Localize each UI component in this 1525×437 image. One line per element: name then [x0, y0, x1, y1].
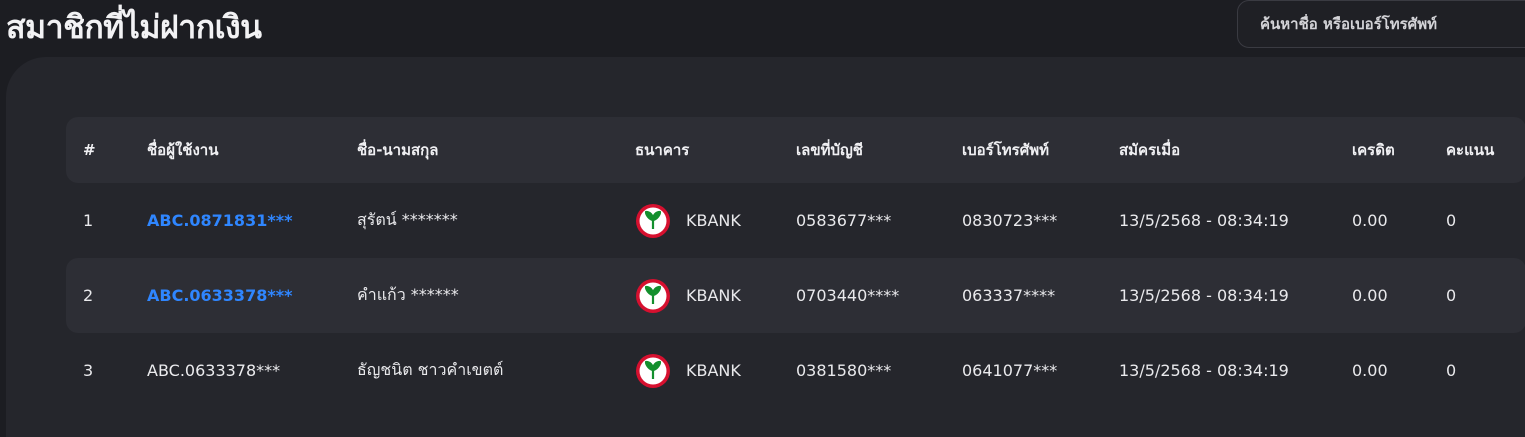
table-row[interactable]: 3 ABC.0633378*** ธัญชนิต ชาวคำเขตต์ KBAN…	[66, 333, 1525, 408]
row-bank-name: KBANK	[686, 286, 741, 305]
table-row[interactable]: 2 ABC.0633378*** คำแก้ว ****** KBANK 070…	[66, 258, 1525, 333]
row-registered: 13/5/2568 - 08:34:19	[1119, 211, 1289, 230]
row-registered: 13/5/2568 - 08:34:19	[1119, 361, 1289, 380]
row-score: 0	[1446, 361, 1457, 380]
header-phone[interactable]: เบอร์โทรศัพท์	[962, 117, 1049, 183]
header-num[interactable]: #	[83, 117, 96, 183]
row-num: 1	[83, 211, 94, 230]
row-credit: 0.00	[1352, 361, 1388, 380]
table-row[interactable]: 1 ABC.0871831*** สุรัตน์ ******* KBANK 0…	[66, 183, 1525, 258]
row-credit: 0.00	[1352, 286, 1388, 305]
header-score[interactable]: คะแนน	[1446, 117, 1494, 183]
row-account: 0583677***	[796, 211, 892, 230]
search-input[interactable]	[1258, 14, 1522, 34]
row-bank: KBANK	[635, 183, 741, 258]
kbank-logo-icon	[636, 203, 670, 238]
header-fullname[interactable]: ชื่อ-นามสกุล	[357, 117, 438, 183]
row-num: 3	[83, 361, 94, 380]
row-bank: KBANK	[635, 258, 741, 333]
row-num: 2	[83, 286, 94, 305]
header-bank[interactable]: ธนาคาร	[635, 117, 689, 183]
username-link[interactable]: ABC.0871831***	[147, 211, 292, 230]
search-box[interactable]	[1237, 0, 1525, 48]
header-credit[interactable]: เครดิต	[1352, 117, 1395, 183]
row-account: 0703440****	[796, 286, 900, 305]
page-title: สมาชิกที่ไม่ฝากเงิน	[6, 8, 262, 46]
row-bank-name: KBANK	[686, 361, 741, 380]
username-text: ABC.0633378***	[147, 361, 281, 380]
row-phone: 0641077***	[962, 361, 1058, 380]
table-header-row: # ชื่อผู้ใช้งาน ชื่อ-นามสกุล ธนาคาร เลขท…	[66, 117, 1525, 183]
username-link[interactable]: ABC.0633378***	[147, 286, 292, 305]
row-fullname: คำแก้ว ******	[357, 285, 459, 304]
row-score: 0	[1446, 286, 1457, 305]
kbank-logo-icon	[636, 353, 670, 388]
header-account[interactable]: เลขที่บัญชี	[796, 117, 863, 183]
row-account: 0381580***	[796, 361, 892, 380]
row-bank: KBANK	[635, 333, 741, 408]
members-table: # ชื่อผู้ใช้งาน ชื่อ-นามสกุล ธนาคาร เลขท…	[66, 117, 1525, 408]
row-phone: 0830723***	[962, 211, 1058, 230]
header-username[interactable]: ชื่อผู้ใช้งาน	[147, 117, 218, 183]
row-fullname: สุรัตน์ *******	[357, 210, 458, 229]
row-fullname: ธัญชนิต ชาวคำเขตต์	[357, 360, 504, 379]
row-bank-name: KBANK	[686, 211, 741, 230]
kbank-logo-icon	[636, 278, 670, 313]
row-score: 0	[1446, 211, 1457, 230]
row-credit: 0.00	[1352, 211, 1388, 230]
row-registered: 13/5/2568 - 08:34:19	[1119, 286, 1289, 305]
header-registered[interactable]: สมัครเมื่อ	[1119, 117, 1180, 183]
row-phone: 063337****	[962, 286, 1056, 305]
